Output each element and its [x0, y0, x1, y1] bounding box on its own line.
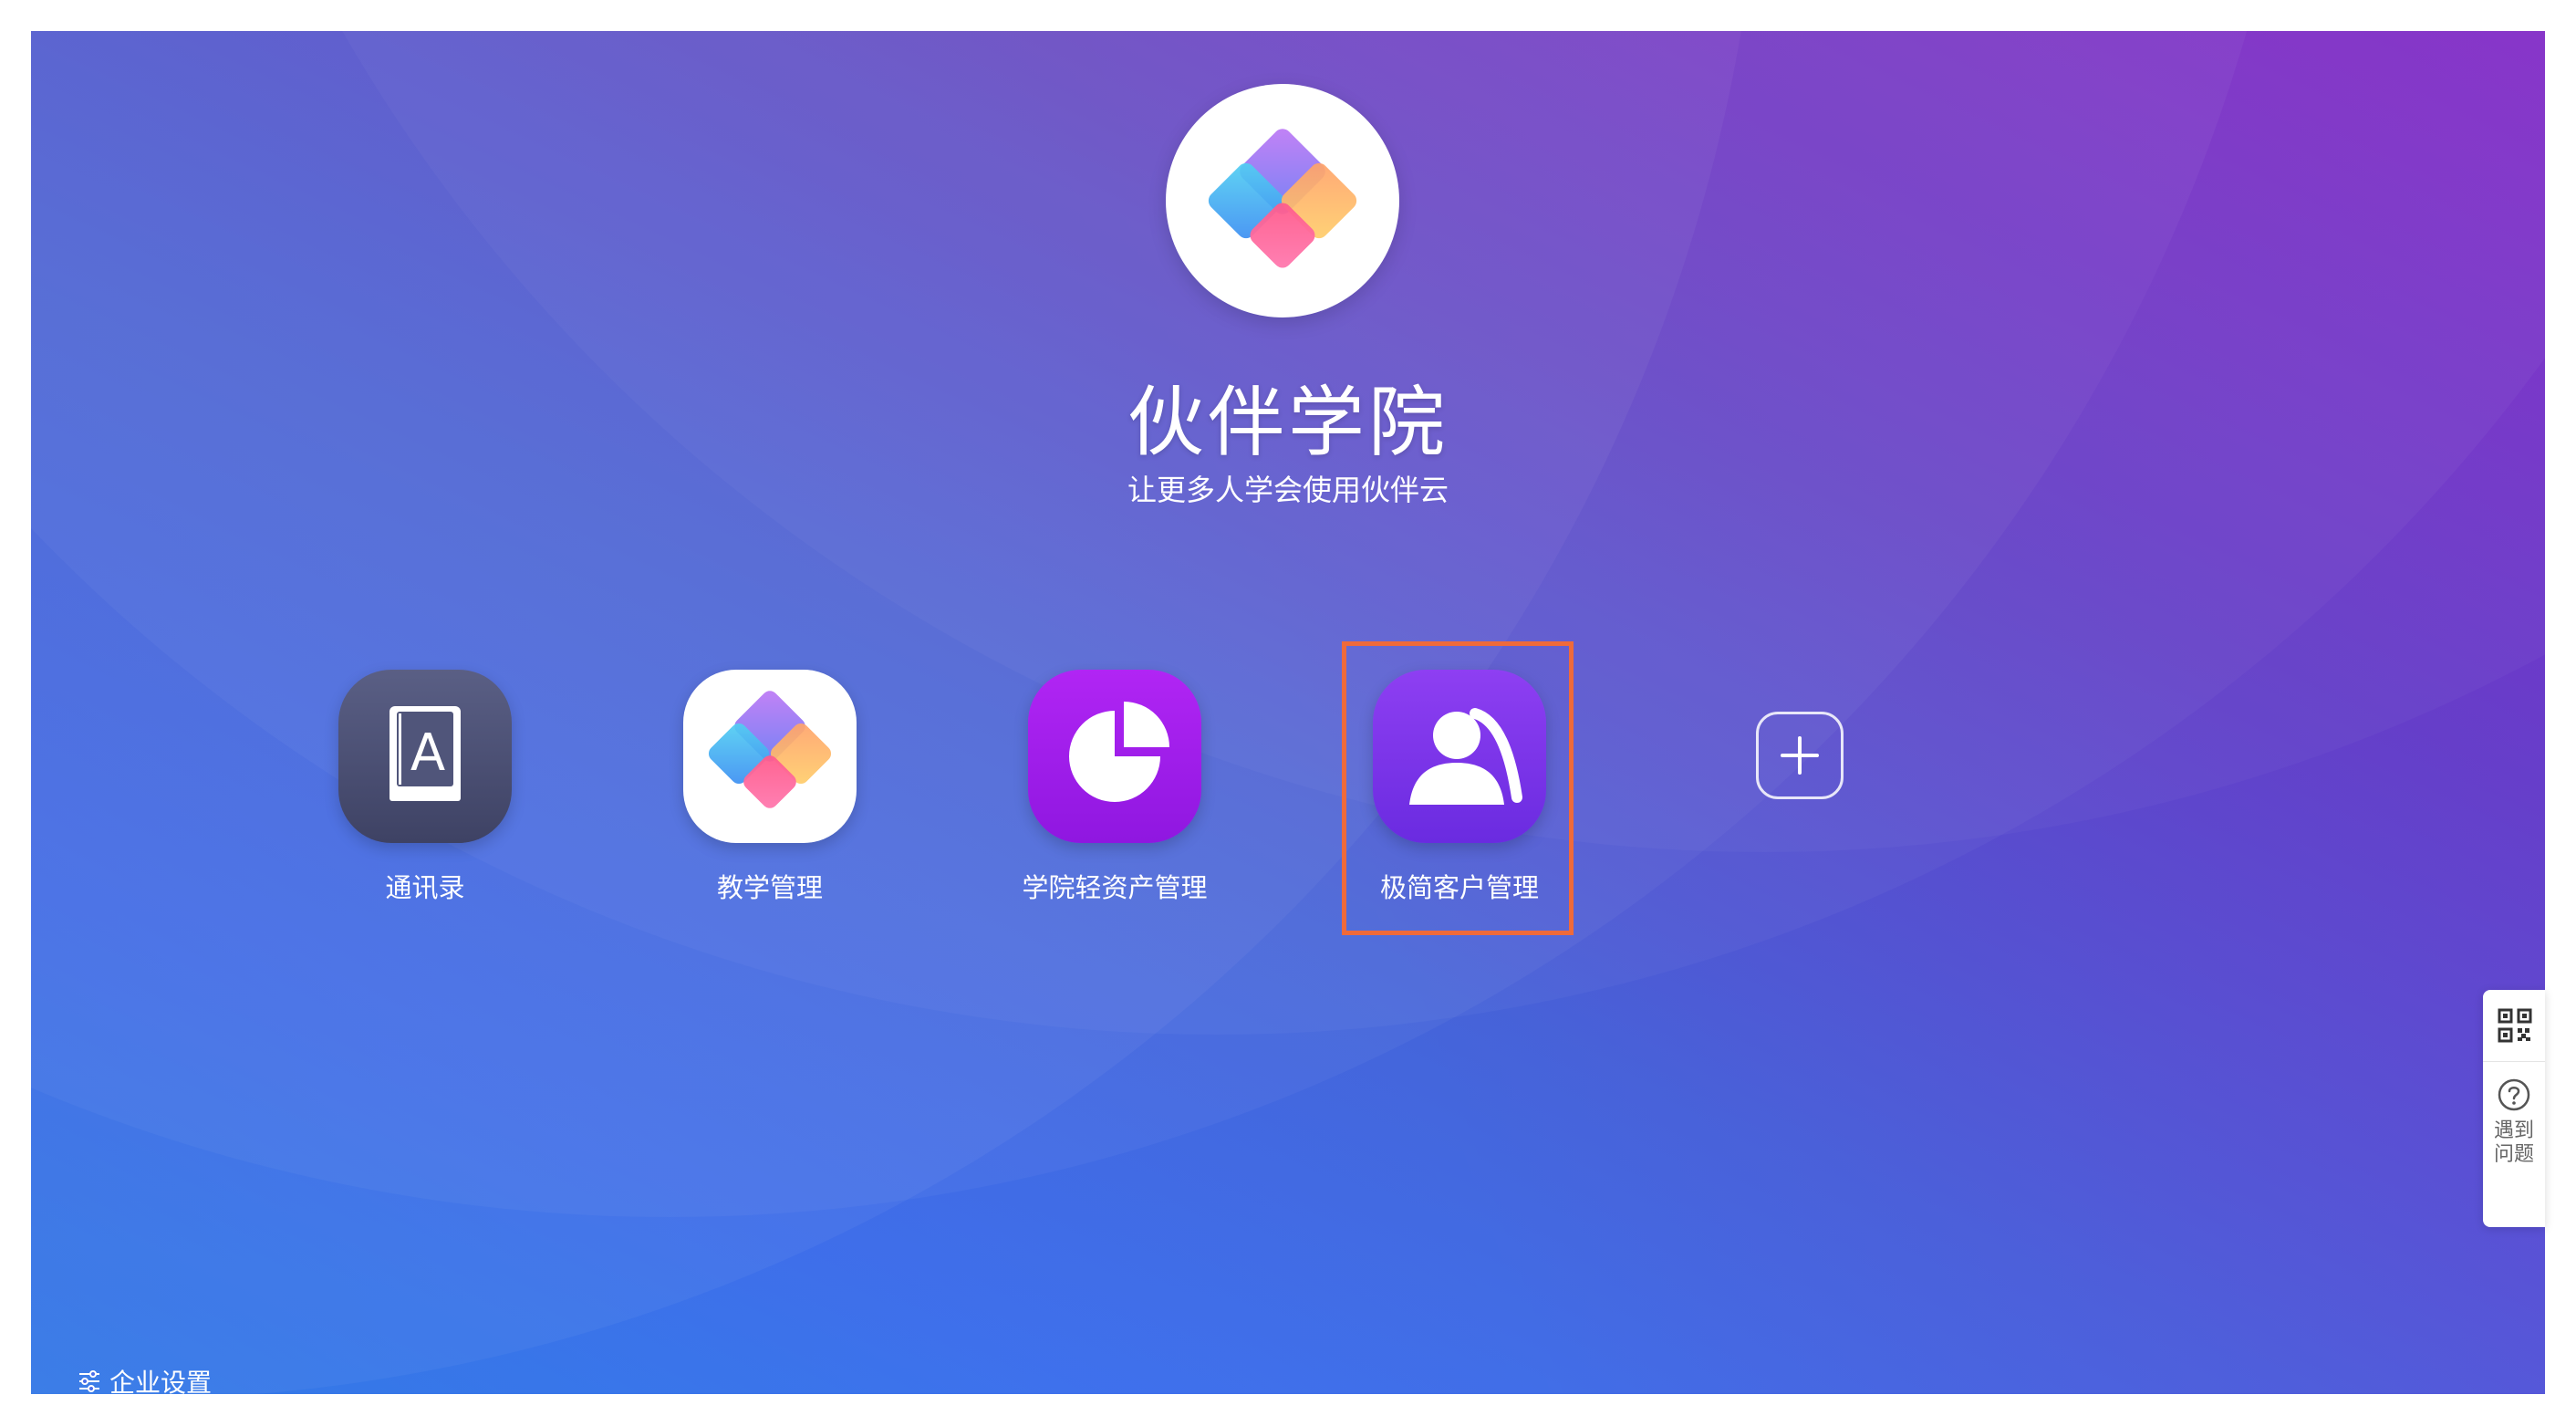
- contacts-book-icon: A: [390, 706, 461, 801]
- app-contacts[interactable]: A 通讯录: [306, 670, 544, 905]
- svg-text:A: A: [410, 723, 445, 783]
- qr-code-button[interactable]: [2483, 990, 2545, 1062]
- workspace-logo: [1166, 84, 1399, 317]
- workspace-subtitle: 让更多人学会使用伙伴云: [1127, 473, 1449, 507]
- sliders-icon: [79, 1370, 99, 1392]
- app-tile[interactable]: A: [338, 670, 512, 843]
- pie-chart-icon: [1069, 702, 1169, 802]
- help-label-line1: 遇到: [2493, 1119, 2534, 1142]
- app-label: 学院轻资产管理: [1022, 872, 1208, 903]
- side-help-panel: 遇到 问题: [2483, 990, 2545, 1227]
- workspace-background: 伙伴学院 让更多人学会使用伙伴云 A 通讯录 教学管理 学院轻资产管理 极简客户…: [31, 31, 2545, 1394]
- selection-highlight: [1342, 641, 1574, 935]
- app-tile[interactable]: [683, 670, 857, 843]
- partner-cloud-logo-icon: [708, 691, 832, 808]
- app-label: 教学管理: [716, 872, 823, 903]
- enterprise-settings-button[interactable]: 企业设置: [77, 1363, 212, 1394]
- add-app-button[interactable]: [1756, 712, 1844, 799]
- partner-cloud-logo-icon: [1208, 129, 1357, 268]
- workspace-title: 伙伴学院: [1127, 378, 1449, 467]
- qr-code-icon: [2498, 1008, 2532, 1043]
- help-label-line2: 问题: [2493, 1143, 2534, 1166]
- app-tile[interactable]: [1028, 670, 1201, 843]
- help-button[interactable]: 遇到 问题: [2483, 1063, 2545, 1227]
- app-asset-management[interactable]: 学院轻资产管理: [996, 670, 1233, 905]
- plus-icon: [1781, 736, 1819, 775]
- app-label: 通讯录: [385, 872, 465, 903]
- settings-label: 企业设置: [109, 1368, 213, 1394]
- question-icon: [2498, 1078, 2530, 1111]
- app-teaching-management[interactable]: 教学管理: [651, 670, 888, 905]
